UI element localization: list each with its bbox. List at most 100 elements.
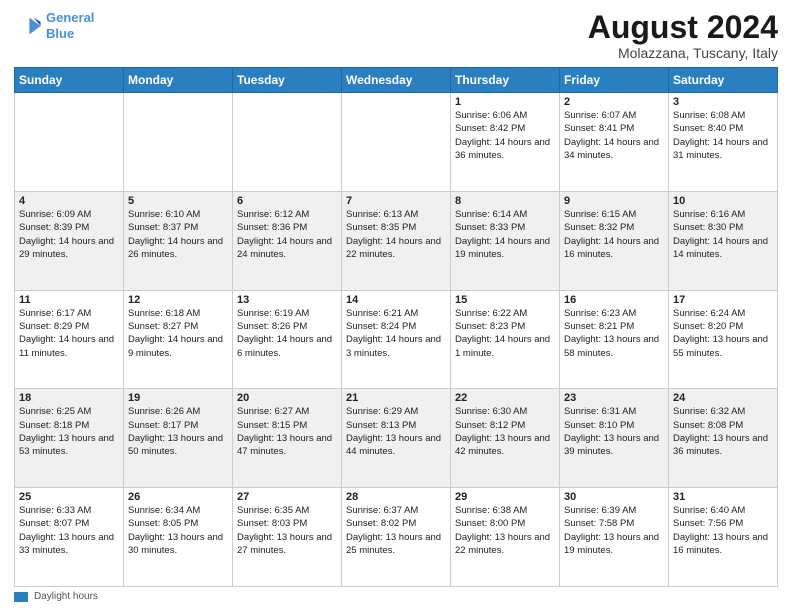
calendar-cell: 2Sunrise: 6:07 AM Sunset: 8:41 PM Daylig… xyxy=(560,93,669,192)
calendar-cell: 15Sunrise: 6:22 AM Sunset: 8:23 PM Dayli… xyxy=(451,290,560,389)
day-number: 22 xyxy=(455,392,555,404)
calendar-cell: 23Sunrise: 6:31 AM Sunset: 8:10 PM Dayli… xyxy=(560,389,669,488)
day-number: 24 xyxy=(673,392,773,404)
subtitle: Molazzana, Tuscany, Italy xyxy=(588,45,778,61)
calendar-cell: 3Sunrise: 6:08 AM Sunset: 8:40 PM Daylig… xyxy=(669,93,778,192)
logo-icon xyxy=(14,12,42,40)
day-info: Sunrise: 6:15 AM Sunset: 8:32 PM Dayligh… xyxy=(564,208,664,261)
day-info: Sunrise: 6:33 AM Sunset: 8:07 PM Dayligh… xyxy=(19,504,119,557)
calendar-header-wednesday: Wednesday xyxy=(342,68,451,93)
calendar-cell: 13Sunrise: 6:19 AM Sunset: 8:26 PM Dayli… xyxy=(233,290,342,389)
day-number: 5 xyxy=(128,195,228,207)
day-number: 6 xyxy=(237,195,337,207)
calendar-week-row: 1Sunrise: 6:06 AM Sunset: 8:42 PM Daylig… xyxy=(15,93,778,192)
day-info: Sunrise: 6:07 AM Sunset: 8:41 PM Dayligh… xyxy=(564,109,664,162)
day-number: 25 xyxy=(19,491,119,503)
main-title: August 2024 xyxy=(588,10,778,45)
day-info: Sunrise: 6:37 AM Sunset: 8:02 PM Dayligh… xyxy=(346,504,446,557)
day-number: 30 xyxy=(564,491,664,503)
calendar-header-sunday: Sunday xyxy=(15,68,124,93)
logo-text: General Blue xyxy=(46,10,94,41)
day-info: Sunrise: 6:34 AM Sunset: 8:05 PM Dayligh… xyxy=(128,504,228,557)
day-info: Sunrise: 6:19 AM Sunset: 8:26 PM Dayligh… xyxy=(237,307,337,360)
day-number: 19 xyxy=(128,392,228,404)
day-info: Sunrise: 6:40 AM Sunset: 7:56 PM Dayligh… xyxy=(673,504,773,557)
day-number: 16 xyxy=(564,294,664,306)
day-number: 10 xyxy=(673,195,773,207)
day-number: 7 xyxy=(346,195,446,207)
day-info: Sunrise: 6:35 AM Sunset: 8:03 PM Dayligh… xyxy=(237,504,337,557)
logo-line2: Blue xyxy=(46,26,74,41)
calendar-cell xyxy=(233,93,342,192)
calendar-cell: 10Sunrise: 6:16 AM Sunset: 8:30 PM Dayli… xyxy=(669,191,778,290)
day-number: 31 xyxy=(673,491,773,503)
header: General Blue August 2024 Molazzana, Tusc… xyxy=(14,10,778,61)
day-number: 8 xyxy=(455,195,555,207)
calendar-header-monday: Monday xyxy=(124,68,233,93)
day-info: Sunrise: 6:06 AM Sunset: 8:42 PM Dayligh… xyxy=(455,109,555,162)
day-number: 26 xyxy=(128,491,228,503)
calendar-cell: 21Sunrise: 6:29 AM Sunset: 8:13 PM Dayli… xyxy=(342,389,451,488)
calendar-week-row: 25Sunrise: 6:33 AM Sunset: 8:07 PM Dayli… xyxy=(15,488,778,587)
day-number: 1 xyxy=(455,96,555,108)
day-info: Sunrise: 6:22 AM Sunset: 8:23 PM Dayligh… xyxy=(455,307,555,360)
day-info: Sunrise: 6:23 AM Sunset: 8:21 PM Dayligh… xyxy=(564,307,664,360)
day-info: Sunrise: 6:17 AM Sunset: 8:29 PM Dayligh… xyxy=(19,307,119,360)
calendar-cell: 30Sunrise: 6:39 AM Sunset: 7:58 PM Dayli… xyxy=(560,488,669,587)
day-info: Sunrise: 6:32 AM Sunset: 8:08 PM Dayligh… xyxy=(673,405,773,458)
calendar-cell: 31Sunrise: 6:40 AM Sunset: 7:56 PM Dayli… xyxy=(669,488,778,587)
calendar-cell: 11Sunrise: 6:17 AM Sunset: 8:29 PM Dayli… xyxy=(15,290,124,389)
day-number: 12 xyxy=(128,294,228,306)
calendar-cell: 25Sunrise: 6:33 AM Sunset: 8:07 PM Dayli… xyxy=(15,488,124,587)
calendar-cell: 18Sunrise: 6:25 AM Sunset: 8:18 PM Dayli… xyxy=(15,389,124,488)
day-number: 23 xyxy=(564,392,664,404)
day-number: 20 xyxy=(237,392,337,404)
day-info: Sunrise: 6:25 AM Sunset: 8:18 PM Dayligh… xyxy=(19,405,119,458)
day-info: Sunrise: 6:14 AM Sunset: 8:33 PM Dayligh… xyxy=(455,208,555,261)
calendar-cell xyxy=(124,93,233,192)
calendar-cell: 12Sunrise: 6:18 AM Sunset: 8:27 PM Dayli… xyxy=(124,290,233,389)
calendar-cell: 7Sunrise: 6:13 AM Sunset: 8:35 PM Daylig… xyxy=(342,191,451,290)
calendar-cell: 29Sunrise: 6:38 AM Sunset: 8:00 PM Dayli… xyxy=(451,488,560,587)
calendar-header-row: SundayMondayTuesdayWednesdayThursdayFrid… xyxy=(15,68,778,93)
calendar-cell: 24Sunrise: 6:32 AM Sunset: 8:08 PM Dayli… xyxy=(669,389,778,488)
day-info: Sunrise: 6:18 AM Sunset: 8:27 PM Dayligh… xyxy=(128,307,228,360)
calendar-header-friday: Friday xyxy=(560,68,669,93)
page: General Blue August 2024 Molazzana, Tusc… xyxy=(0,0,792,612)
day-number: 21 xyxy=(346,392,446,404)
calendar-header-tuesday: Tuesday xyxy=(233,68,342,93)
day-info: Sunrise: 6:38 AM Sunset: 8:00 PM Dayligh… xyxy=(455,504,555,557)
calendar-cell: 14Sunrise: 6:21 AM Sunset: 8:24 PM Dayli… xyxy=(342,290,451,389)
calendar-cell: 17Sunrise: 6:24 AM Sunset: 8:20 PM Dayli… xyxy=(669,290,778,389)
day-info: Sunrise: 6:13 AM Sunset: 8:35 PM Dayligh… xyxy=(346,208,446,261)
day-info: Sunrise: 6:09 AM Sunset: 8:39 PM Dayligh… xyxy=(19,208,119,261)
day-info: Sunrise: 6:30 AM Sunset: 8:12 PM Dayligh… xyxy=(455,405,555,458)
calendar-cell: 9Sunrise: 6:15 AM Sunset: 8:32 PM Daylig… xyxy=(560,191,669,290)
day-info: Sunrise: 6:12 AM Sunset: 8:36 PM Dayligh… xyxy=(237,208,337,261)
calendar-cell: 16Sunrise: 6:23 AM Sunset: 8:21 PM Dayli… xyxy=(560,290,669,389)
calendar-cell: 28Sunrise: 6:37 AM Sunset: 8:02 PM Dayli… xyxy=(342,488,451,587)
day-info: Sunrise: 6:21 AM Sunset: 8:24 PM Dayligh… xyxy=(346,307,446,360)
calendar-cell: 8Sunrise: 6:14 AM Sunset: 8:33 PM Daylig… xyxy=(451,191,560,290)
day-number: 18 xyxy=(19,392,119,404)
day-number: 4 xyxy=(19,195,119,207)
day-number: 13 xyxy=(237,294,337,306)
day-info: Sunrise: 6:08 AM Sunset: 8:40 PM Dayligh… xyxy=(673,109,773,162)
day-info: Sunrise: 6:31 AM Sunset: 8:10 PM Dayligh… xyxy=(564,405,664,458)
footer-color-box xyxy=(14,592,28,602)
calendar-cell: 6Sunrise: 6:12 AM Sunset: 8:36 PM Daylig… xyxy=(233,191,342,290)
calendar-cell: 22Sunrise: 6:30 AM Sunset: 8:12 PM Dayli… xyxy=(451,389,560,488)
day-number: 17 xyxy=(673,294,773,306)
day-info: Sunrise: 6:29 AM Sunset: 8:13 PM Dayligh… xyxy=(346,405,446,458)
calendar-cell: 19Sunrise: 6:26 AM Sunset: 8:17 PM Dayli… xyxy=(124,389,233,488)
day-number: 9 xyxy=(564,195,664,207)
day-number: 2 xyxy=(564,96,664,108)
day-number: 27 xyxy=(237,491,337,503)
day-info: Sunrise: 6:24 AM Sunset: 8:20 PM Dayligh… xyxy=(673,307,773,360)
day-number: 11 xyxy=(19,294,119,306)
day-number: 15 xyxy=(455,294,555,306)
logo: General Blue xyxy=(14,10,94,41)
calendar-cell: 5Sunrise: 6:10 AM Sunset: 8:37 PM Daylig… xyxy=(124,191,233,290)
day-info: Sunrise: 6:26 AM Sunset: 8:17 PM Dayligh… xyxy=(128,405,228,458)
calendar-week-row: 18Sunrise: 6:25 AM Sunset: 8:18 PM Dayli… xyxy=(15,389,778,488)
